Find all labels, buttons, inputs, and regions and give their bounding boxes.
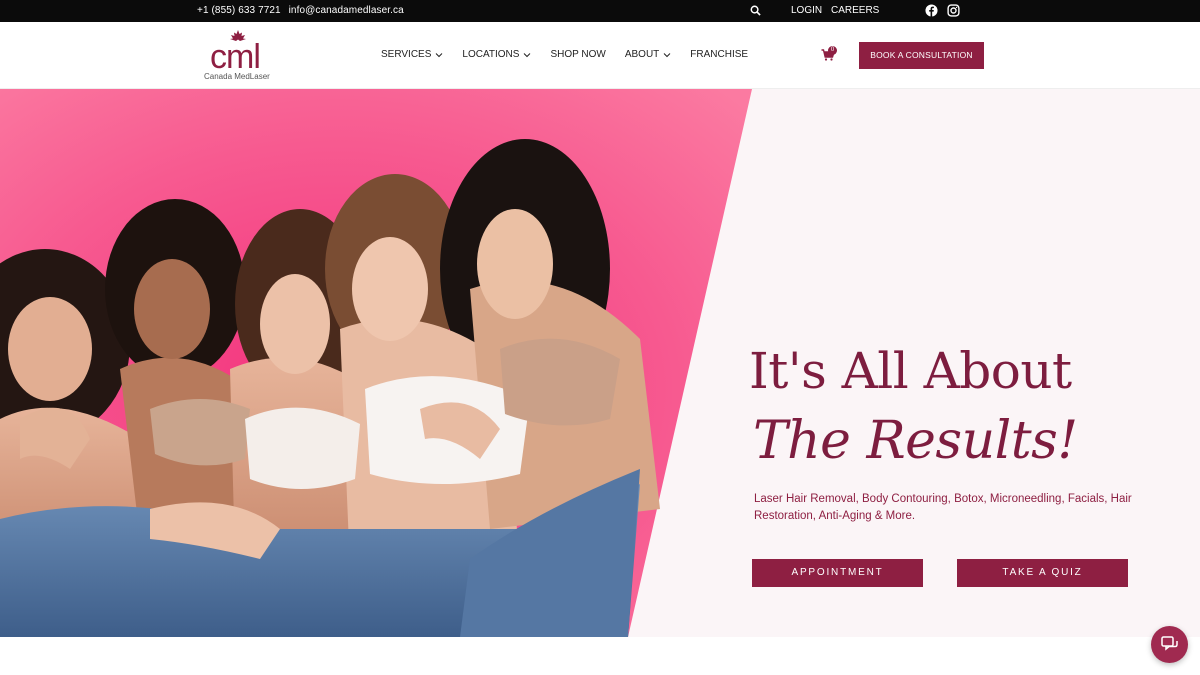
chevron-down-icon xyxy=(663,52,671,57)
chat-icon xyxy=(1161,636,1178,651)
logo-mark: cml xyxy=(210,38,261,76)
logo[interactable]: cml Canada MedLaser xyxy=(202,30,274,84)
main-nav: SERVICES LOCATIONS SHOP NOW ABOUT FRANCH… xyxy=(381,49,767,60)
phone-link[interactable]: +1 (855) 633 7721 xyxy=(197,5,281,16)
appointment-button[interactable]: APPOINTMENT xyxy=(752,559,923,587)
facebook-icon[interactable] xyxy=(925,4,938,17)
chevron-down-icon xyxy=(436,52,443,57)
hero-headline-line2: The Results! xyxy=(753,411,1078,471)
nav-label: LOCATIONS xyxy=(462,49,520,60)
nav-item-locations[interactable]: LOCATIONS xyxy=(462,49,531,60)
nav-label: SERVICES xyxy=(381,49,432,60)
search-icon[interactable] xyxy=(750,5,761,16)
book-consultation-button[interactable]: BOOK A CONSULTATION xyxy=(859,42,984,69)
nav-item-about[interactable]: ABOUT xyxy=(625,49,671,60)
nav-label: ABOUT xyxy=(624,49,660,60)
nav-item-services[interactable]: SERVICES xyxy=(381,49,443,60)
instagram-icon[interactable] xyxy=(947,4,960,17)
hero-section: It's All About The Results! Laser Hair R… xyxy=(0,89,1200,637)
hero-headline-line1: It's All About xyxy=(749,342,1072,400)
site-header: cml Canada MedLaser SERVICES LOCATIONS S… xyxy=(0,22,1200,89)
contact-info: +1 (855) 633 7721 info@canadamedlaser.ca xyxy=(197,5,409,16)
hero-subtext: Laser Hair Removal, Body Contouring, Bot… xyxy=(754,493,1132,522)
nav-item-shop-now[interactable]: SHOP NOW xyxy=(550,49,605,60)
nav-label: SHOP NOW xyxy=(550,49,606,60)
take-quiz-button[interactable]: TAKE A QUIZ xyxy=(957,559,1128,587)
chevron-down-icon xyxy=(524,52,531,57)
login-link[interactable]: LOGIN xyxy=(791,5,822,16)
chat-button[interactable] xyxy=(1151,626,1188,663)
nav-item-franchise[interactable]: FRANCHISE xyxy=(690,49,748,60)
careers-link[interactable]: CAREERS xyxy=(831,5,879,16)
nav-label: FRANCHISE xyxy=(690,49,749,60)
top-bar: +1 (855) 633 7721 info@canadamedlaser.ca… xyxy=(0,0,1200,22)
cart-count-badge: 0 xyxy=(828,46,837,55)
email-link[interactable]: info@canadamedlaser.ca xyxy=(289,5,404,16)
logo-name: Canada MedLaser xyxy=(204,72,270,81)
